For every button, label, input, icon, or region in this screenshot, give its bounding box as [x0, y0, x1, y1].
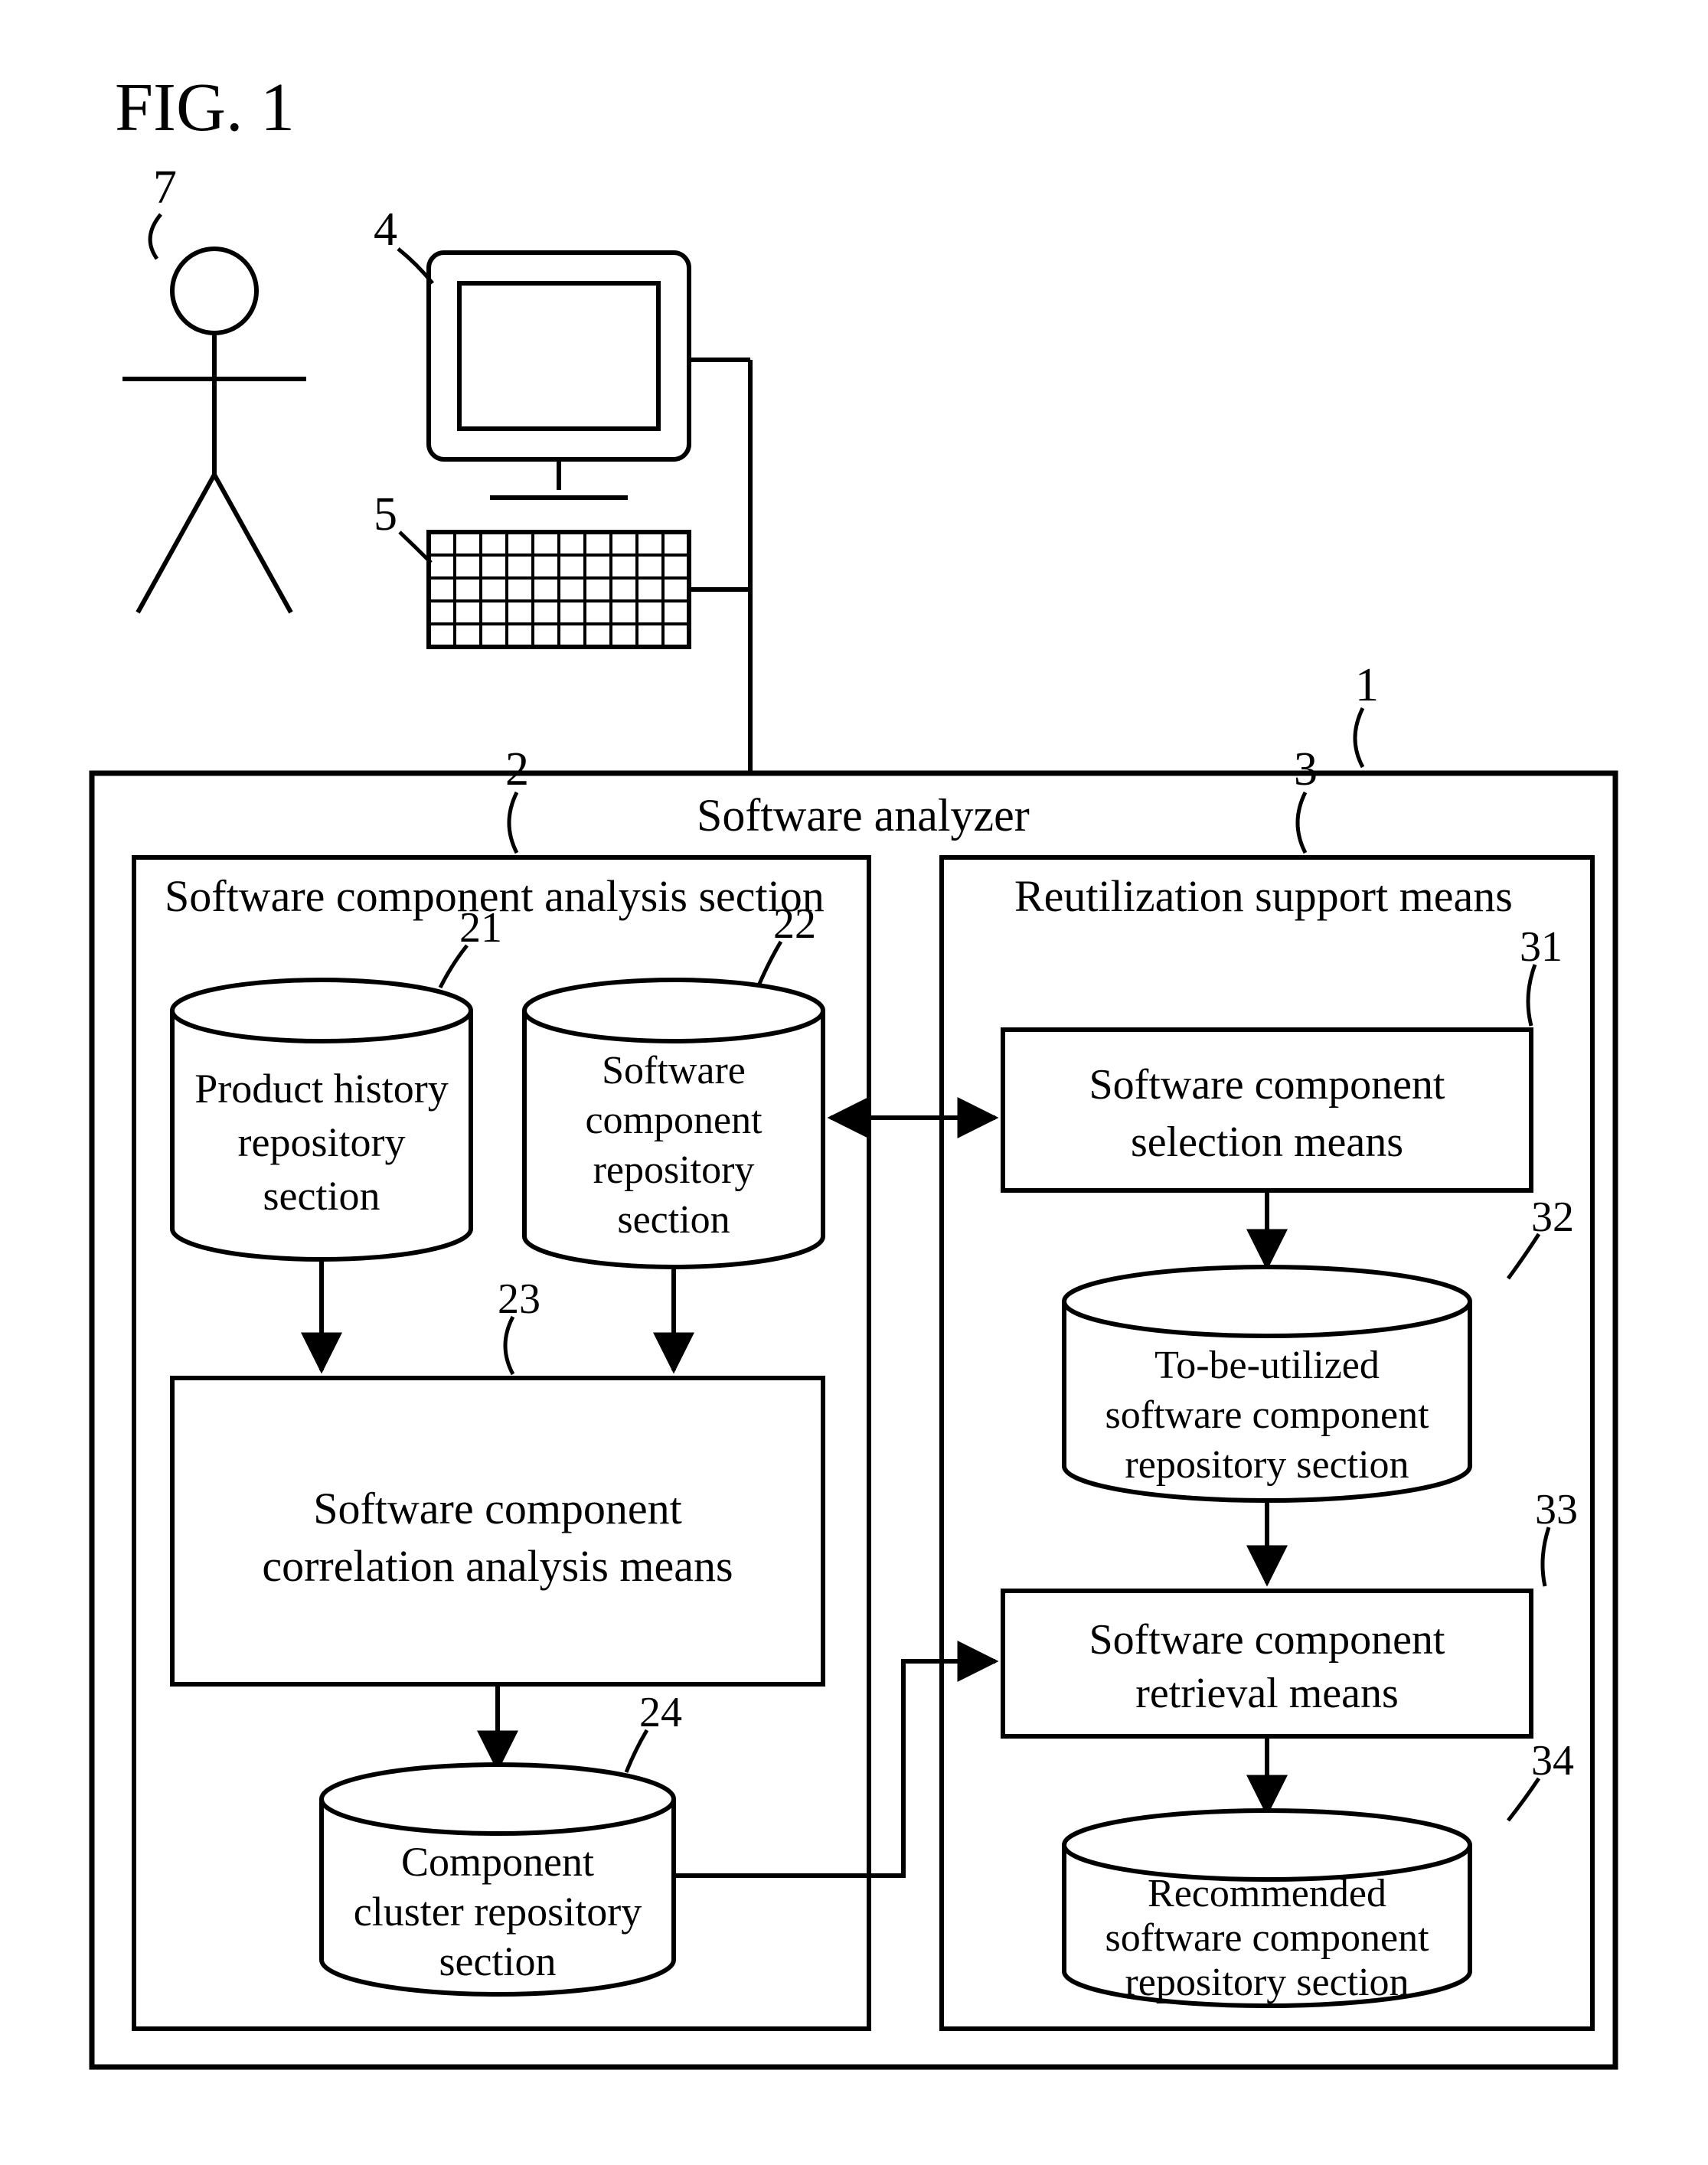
- correlation-ref: 23: [498, 1275, 540, 1323]
- correlation-line1: Software component: [313, 1484, 682, 1533]
- retrieval-line1: Software component: [1089, 1616, 1445, 1664]
- diagram-canvas: FIG. 1 7 4: [0, 0, 1708, 2161]
- recommended-leader: [1508, 1778, 1539, 1820]
- reuse-section-ref: 3: [1294, 743, 1318, 795]
- sw-component-repo-leader: [759, 942, 781, 984]
- analyzer-ref: 1: [1355, 659, 1379, 711]
- cluster-repo-ref: 24: [639, 1689, 682, 1736]
- product-history-ref: 21: [459, 904, 502, 952]
- selection-leader: [1528, 965, 1535, 1026]
- reuse-section-label: Reutilization support means: [1014, 871, 1513, 921]
- correlation-leader: [505, 1317, 513, 1374]
- recommended-line3: repository section: [1125, 1961, 1409, 2004]
- to-be-utilized-line3: repository section: [1125, 1443, 1409, 1487]
- selection-line2: selection means: [1131, 1118, 1403, 1166]
- recommended-line1: Recommended: [1148, 1872, 1386, 1915]
- selection-box: [1003, 1030, 1531, 1190]
- cluster-repo-line3: section: [439, 1938, 557, 1984]
- analysis-section-ref: 2: [505, 743, 529, 795]
- analysis-section-leader: [509, 792, 517, 853]
- retrieval-ref: 33: [1535, 1486, 1578, 1533]
- user-icon: [122, 249, 306, 612]
- io-cable: [689, 360, 750, 773]
- user-leader: [150, 214, 161, 259]
- monitor-ref: 4: [374, 204, 397, 256]
- to-be-utilized-ref: 32: [1531, 1194, 1574, 1241]
- recommended-line2: software component: [1105, 1916, 1429, 1960]
- analyzer-leader: [1355, 708, 1363, 767]
- product-history-line3: section: [263, 1173, 380, 1219]
- retrieval-line2: retrieval means: [1135, 1670, 1399, 1717]
- analyzer-label: Software analyzer: [697, 790, 1030, 841]
- sw-component-repo-ref: 22: [773, 900, 816, 948]
- retrieval-leader: [1543, 1527, 1549, 1586]
- reuse-section-leader: [1298, 792, 1305, 853]
- sw-component-repo-line4: section: [617, 1198, 730, 1242]
- to-be-utilized-line2: software component: [1105, 1393, 1429, 1437]
- correlation-line2: correlation analysis means: [262, 1541, 733, 1591]
- to-be-utilized-line1: To-be-utilized: [1154, 1344, 1380, 1387]
- user-ref: 7: [153, 162, 177, 214]
- selection-ref: 31: [1520, 923, 1563, 971]
- monitor-icon: [429, 253, 689, 498]
- cluster-repo-line2: cluster repository: [354, 1889, 642, 1935]
- keyboard-ref: 5: [374, 488, 397, 540]
- cluster-repo-leader: [626, 1730, 647, 1772]
- cluster-repo-line1: Component: [401, 1839, 594, 1885]
- sw-component-repo-line1: Software: [602, 1049, 746, 1092]
- sw-component-repo-line2: component: [585, 1099, 763, 1142]
- product-history-line2: repository: [238, 1119, 406, 1165]
- product-history-line1: Product history: [194, 1066, 449, 1112]
- selection-line1: Software component: [1089, 1061, 1445, 1109]
- product-history-leader: [440, 945, 467, 988]
- recommended-ref: 34: [1531, 1737, 1574, 1785]
- sw-component-repo-line3: repository: [593, 1148, 755, 1192]
- figure-label: FIG. 1: [115, 70, 295, 145]
- keyboard-leader: [400, 532, 431, 563]
- arrow-24-to-33: [674, 1661, 995, 1876]
- keyboard-icon: [429, 532, 689, 647]
